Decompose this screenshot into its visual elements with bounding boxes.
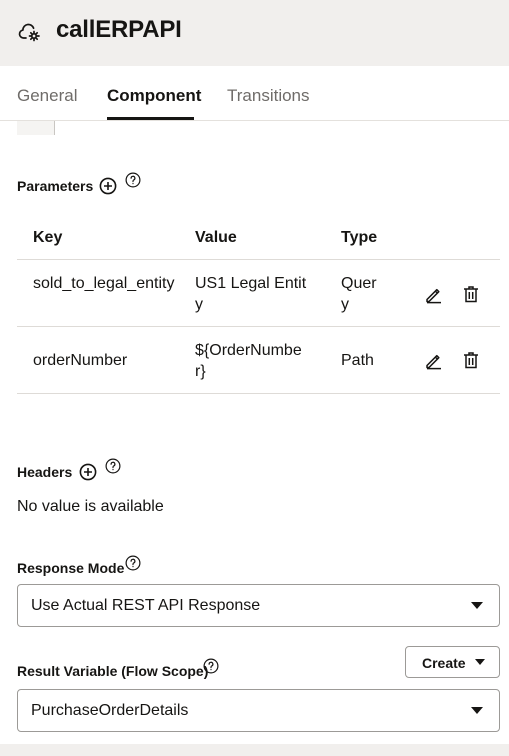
headers-empty-text: No value is available: [17, 498, 164, 515]
row-type: Path: [341, 352, 374, 369]
row-type: Query: [341, 275, 377, 313]
column-header-value: Value: [195, 229, 237, 246]
response-mode-help-icon[interactable]: [125, 555, 141, 571]
panel-header: callERPAPI: [0, 0, 509, 66]
row-value: US1 Legal Entity: [195, 275, 307, 313]
parameters-help-icon[interactable]: [125, 172, 141, 188]
result-variable-value: PurchaseOrderDetails: [31, 702, 189, 719]
chevron-down-icon: [475, 659, 485, 665]
tab-bar: General Component Transitions: [0, 66, 509, 121]
create-button-label: Create: [422, 655, 466, 671]
chevron-down-icon: [471, 602, 483, 609]
collapsed-area-stub: [17, 121, 55, 135]
response-mode-select[interactable]: Use Actual REST API Response: [17, 584, 500, 627]
delete-icon[interactable]: [461, 284, 481, 304]
column-header-key: Key: [33, 229, 63, 246]
add-parameter-icon[interactable]: [99, 177, 117, 195]
active-tab-indicator: [107, 117, 194, 120]
result-variable-label: Result Variable (Flow Scope): [17, 663, 209, 679]
result-variable-help-icon[interactable]: [203, 658, 219, 674]
table-row: sold_to_legal_entity US1 Legal Entity Qu…: [17, 260, 500, 327]
tab-component[interactable]: Component: [107, 86, 201, 106]
response-mode-value: Use Actual REST API Response: [31, 597, 261, 614]
footer-strip: [0, 744, 509, 756]
page-title: callERPAPI: [56, 16, 182, 43]
tab-transitions[interactable]: Transitions: [227, 86, 310, 106]
row-value: ${OrderNumber}: [195, 342, 302, 380]
chevron-down-icon: [471, 707, 483, 714]
create-button[interactable]: Create: [405, 646, 500, 678]
add-header-icon[interactable]: [79, 463, 97, 481]
parameters-table: Key Value Type sold_to_legal_entity US1 …: [17, 214, 500, 394]
edit-icon[interactable]: [424, 350, 444, 370]
result-variable-select[interactable]: PurchaseOrderDetails: [17, 689, 500, 732]
headers-help-icon[interactable]: [105, 458, 121, 474]
row-key: orderNumber: [33, 352, 128, 369]
response-mode-label: Response Mode: [17, 560, 125, 576]
row-key: sold_to_legal_entity: [33, 275, 175, 292]
column-header-type: Type: [341, 229, 378, 246]
table-header-row: Key Value Type: [17, 214, 500, 260]
headers-label: Headers: [17, 464, 73, 480]
tab-general[interactable]: General: [17, 86, 77, 106]
parameters-label: Parameters: [17, 178, 94, 194]
edit-icon[interactable]: [424, 284, 444, 304]
cloud-gear-icon: [18, 23, 40, 42]
table-row: orderNumber ${OrderNumber} Path: [17, 327, 500, 394]
delete-icon[interactable]: [461, 350, 481, 370]
